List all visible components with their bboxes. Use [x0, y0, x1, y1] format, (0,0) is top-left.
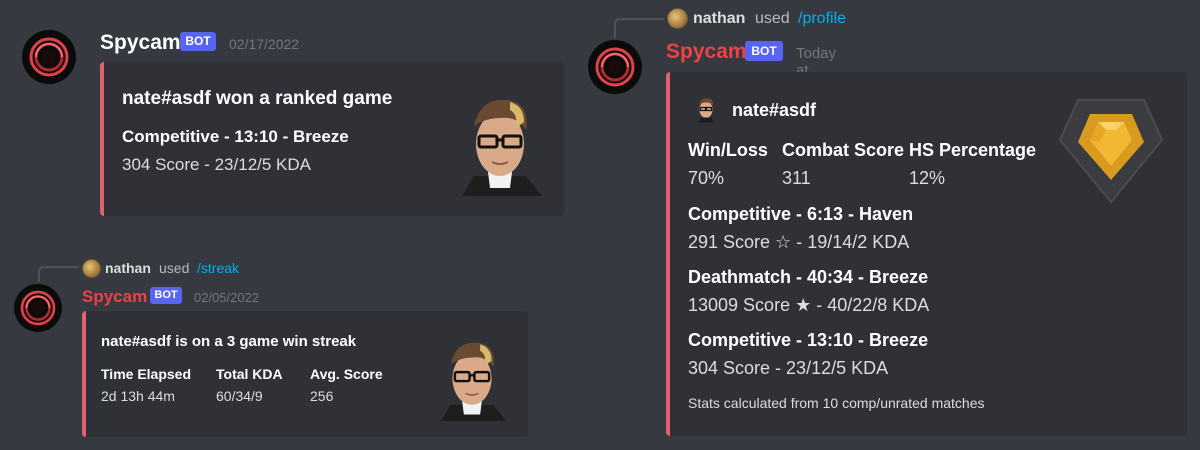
reply-connector	[614, 18, 664, 38]
match-detail: 13009 Score ★ - 40/22/8 KDA	[688, 295, 930, 315]
spycam-avatar[interactable]	[22, 30, 76, 84]
reply-used-text: used	[159, 260, 190, 276]
field-value: 311	[782, 168, 811, 188]
field-name: HS Percentage	[909, 140, 1037, 160]
embed-profile: nate#asdf Win/Loss 70% Combat Score 311 …	[666, 72, 1187, 436]
reply-username[interactable]: nathan	[105, 260, 151, 276]
field-name: Win/Loss	[688, 140, 768, 160]
reply-command-link[interactable]: /streak	[197, 260, 239, 276]
bot-tag: BOT	[745, 41, 783, 61]
match-detail: 304 Score - 23/12/5 KDA	[122, 155, 312, 174]
match-line: Competitive - 13:10 - Breeze	[122, 127, 349, 146]
username[interactable]: Spycam	[82, 287, 147, 307]
embed-title: nate#asdf is on a 3 game win streak	[101, 333, 357, 350]
field-value: 2d 13h 44m	[101, 388, 175, 404]
nathan-avatar[interactable]	[82, 259, 101, 278]
match-title: Competitive - 6:13 - Haven	[688, 204, 914, 224]
bot-tag: BOT	[180, 32, 216, 51]
field-name: Combat Score	[782, 140, 905, 160]
field-name: Avg. Score	[310, 366, 383, 382]
reply-used-text: used	[755, 10, 790, 27]
spycam-eye-icon	[590, 42, 640, 92]
embed-streak: nate#asdf is on a 3 game win streak Time…	[82, 311, 528, 437]
match-title: Deathmatch - 40:34 - Breeze	[688, 267, 929, 287]
field-name: Time Elapsed	[101, 366, 192, 382]
field-name: Total KDA	[216, 366, 283, 382]
username[interactable]: Spycam	[666, 40, 747, 64]
spycam-eye-icon	[15, 285, 61, 331]
reply-connector	[38, 266, 78, 282]
spycam-avatar[interactable]	[588, 40, 642, 94]
match-detail: 291 Score ☆ - 19/14/2 KDA	[688, 232, 910, 252]
timestamp: 02/05/2022	[194, 290, 260, 305]
field-value: 70%	[688, 168, 725, 188]
timestamp: 02/17/2022	[229, 36, 300, 52]
spycam-avatar[interactable]	[14, 284, 62, 332]
embed-title: nate#asdf won a ranked game	[122, 88, 393, 109]
field-value: 256	[310, 388, 334, 404]
agent-portrait-icon	[462, 99, 542, 196]
embed-win: nate#asdf won a ranked game Competitive …	[100, 62, 564, 216]
embed-footer: Stats calculated from 10 comp/unrated ma…	[688, 395, 985, 411]
match-detail: 304 Score - 23/12/5 KDA	[688, 358, 889, 378]
bot-tag: BOT	[150, 287, 182, 304]
agent-portrait-icon	[441, 342, 507, 421]
gold-rank-icon	[1058, 99, 1164, 204]
field-value: 12%	[909, 168, 946, 188]
field-value: 60/34/9	[216, 388, 263, 404]
nathan-avatar[interactable]	[667, 8, 688, 29]
match-title: Competitive - 13:10 - Breeze	[688, 330, 929, 350]
author-icon	[698, 97, 714, 123]
embed-author[interactable]: nate#asdf	[732, 100, 816, 121]
spycam-eye-icon	[24, 32, 74, 82]
username[interactable]: Spycam	[100, 31, 181, 55]
reply-command-link[interactable]: /profile	[798, 10, 846, 28]
reply-username[interactable]: nathan	[693, 10, 745, 28]
